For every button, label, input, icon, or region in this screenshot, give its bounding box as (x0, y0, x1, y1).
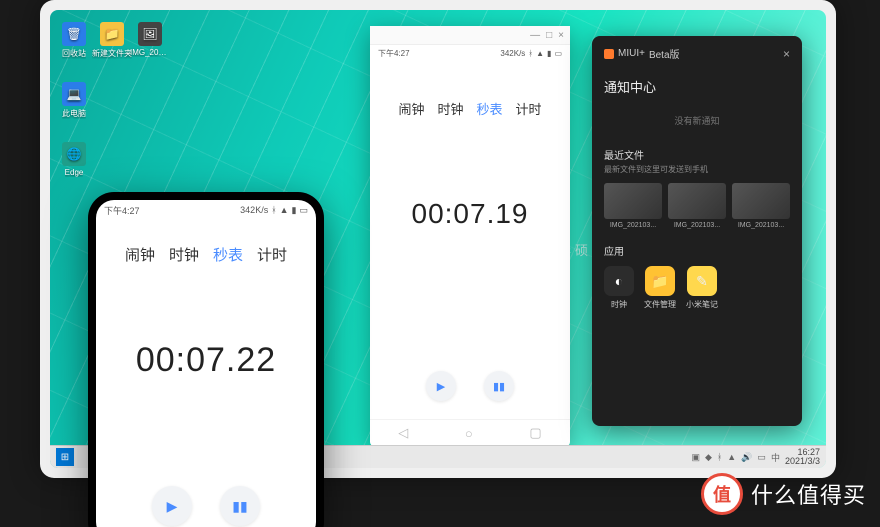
desktop-icon-recycle[interactable]: 🗑回收站 (60, 22, 88, 59)
tray-icon[interactable]: ▣ (691, 452, 700, 463)
play-button[interactable]: ▶ (426, 371, 456, 401)
physical-phone: 下午4:27 342K/sᚼ ▲▮▭ 闹钟 时钟 秒表 计时 00:07.22 ▶… (88, 192, 324, 527)
nav-back[interactable]: ◁ (398, 425, 408, 441)
phone-status-bar: 下午4:27 342K/sᚼ ▲▮▭ (96, 200, 316, 220)
folder-icon: 📁 (100, 22, 124, 46)
thumbnail-icon (732, 183, 790, 219)
tab-timer[interactable]: 计时 (516, 99, 542, 118)
note-icon: ✎ (687, 266, 717, 296)
bluetooth-icon: ᚼ (271, 205, 276, 215)
stopwatch-time-mirror: 00:07.19 (370, 198, 570, 230)
volume-icon[interactable]: 🔊 (741, 452, 752, 463)
watermark-text: 什么值得买 (751, 478, 866, 510)
battery-icon[interactable]: ▭ (757, 452, 766, 463)
tray-icon[interactable]: ◆ (705, 452, 712, 463)
tab-clock[interactable]: 时钟 (437, 99, 463, 118)
recycle-icon: 🗑 (62, 22, 86, 46)
clock-icon: ◐ (604, 266, 634, 296)
app-files[interactable]: 📁文件管理 (644, 266, 676, 310)
tab-stopwatch[interactable]: 秒表 (213, 244, 243, 265)
app-notes[interactable]: ✎小米笔记 (686, 266, 718, 310)
mirror-titlebar[interactable]: — □ × (370, 26, 570, 45)
play-button[interactable]: ▶ (152, 486, 192, 526)
miui-brand: MIUI+ (618, 48, 645, 59)
tab-alarm[interactable]: 闹钟 (125, 244, 155, 265)
desktop-icon-edge[interactable]: 🌐Edge (60, 142, 88, 177)
notification-center-title: 通知中心 (604, 77, 790, 96)
pause-button[interactable]: ▮▮ (220, 486, 260, 526)
folder-icon: 📁 (645, 266, 675, 296)
clock-tabs: 闹钟 时钟 秒表 计时 (370, 99, 570, 118)
thumbnail-icon (604, 183, 662, 219)
recent-files-title: 最近文件 (604, 147, 790, 162)
stopwatch-time-phone: 00:07.22 (96, 341, 316, 380)
recent-file-thumb[interactable]: IMG_202103... (604, 183, 662, 229)
recent-file-thumb[interactable]: IMG_202103... (732, 183, 790, 229)
android-nav-bar: ◁ ○ ▢ (370, 419, 570, 446)
ime-indicator[interactable]: 中 (771, 451, 780, 464)
signal-icon: ▮ (292, 205, 297, 216)
bluetooth-icon[interactable]: ᚼ (717, 452, 722, 462)
miui-beta: Beta版 (649, 46, 680, 61)
recent-file-thumb[interactable]: IMG_202103... (668, 183, 726, 229)
screen-mirror-window[interactable]: — □ × 下午4:27 342K/sᚼ▲▮▭ 闹钟 时钟 秒表 计时 00: (370, 26, 570, 446)
recent-files-subtitle: 最新文件到这里可发送到手机 (604, 164, 790, 175)
image-icon: 🖼 (138, 22, 162, 46)
battery-icon: ▭ (554, 49, 562, 58)
nav-recent[interactable]: ▢ (529, 425, 541, 441)
minimize-button[interactable]: — (530, 30, 540, 41)
status-time: 下午4:27 (104, 204, 140, 217)
status-net: 342K/s (240, 205, 268, 215)
desktop-icon-pc[interactable]: 💻此电脑 (60, 82, 88, 119)
empty-notification-text: 没有新通知 (604, 114, 790, 127)
app-clock[interactable]: ◐时钟 (604, 266, 634, 310)
battery-icon: ▭ (299, 205, 308, 216)
clock-tabs: 闹钟 时钟 秒表 计时 (96, 244, 316, 265)
status-time: 下午4:27 (378, 48, 410, 59)
maximize-button[interactable]: □ (546, 30, 552, 41)
status-net: 342K/s (500, 49, 525, 58)
system-tray[interactable]: ▣ ◆ ᚼ ▲ 🔊 ▭ 中 16:27 2021/3/3 (691, 448, 820, 466)
pc-icon: 💻 (62, 82, 86, 106)
miui-plus-panel[interactable]: MIUI+ Beta版 × 通知中心 没有新通知 最近文件 最新文件到这里可发送到… (592, 36, 802, 426)
wifi-icon[interactable]: ▲ (727, 452, 736, 462)
taskbar-date[interactable]: 2021/3/3 (785, 457, 820, 466)
desktop-icon-image[interactable]: 🖼IMG_202103 (136, 22, 164, 57)
nav-home[interactable]: ○ (465, 426, 473, 441)
tab-alarm[interactable]: 闹钟 (398, 99, 424, 118)
watermark-badge: 值 (701, 473, 743, 515)
tab-stopwatch[interactable]: 秒表 (477, 99, 503, 118)
edge-icon: 🌐 (62, 142, 86, 166)
apps-title: 应用 (604, 243, 790, 258)
miui-close-button[interactable]: × (783, 47, 790, 61)
thumbnail-icon (668, 183, 726, 219)
phone-screen[interactable]: 下午4:27 342K/sᚼ ▲▮▭ 闹钟 时钟 秒表 计时 00:07.22 ▶… (96, 200, 316, 527)
pause-button[interactable]: ▮▮ (484, 371, 514, 401)
desktop-icon-folder[interactable]: 📁新建文件夹 (98, 22, 126, 59)
mirror-status-bar: 下午4:27 342K/sᚼ▲▮▭ (370, 45, 570, 61)
bluetooth-icon: ᚼ (528, 49, 533, 58)
signal-icon: ▮ (547, 49, 551, 58)
start-button[interactable]: ⊞ (56, 448, 74, 466)
miui-logo-icon (604, 49, 614, 59)
tab-clock[interactable]: 时钟 (169, 244, 199, 265)
wifi-icon: ▲ (280, 205, 289, 215)
tab-timer[interactable]: 计时 (257, 244, 287, 265)
close-button[interactable]: × (558, 30, 564, 41)
watermark: 值 什么值得买 (701, 473, 866, 515)
wifi-icon: ▲ (536, 49, 544, 58)
